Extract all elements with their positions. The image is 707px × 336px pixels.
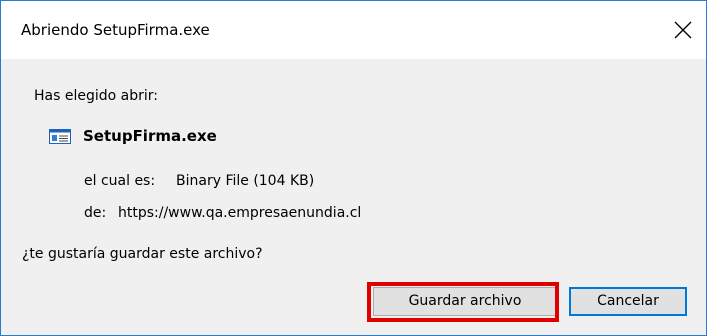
download-dialog: Abriendo SetupFirma.exe Has elegido abri… xyxy=(0,0,707,336)
file-type-value: Binary File (104 KB) xyxy=(176,173,315,189)
save-file-button[interactable]: Guardar archivo xyxy=(373,287,557,316)
file-type-label: el cual es: xyxy=(84,173,156,189)
title-bar[interactable]: Abriendo SetupFirma.exe xyxy=(1,1,706,59)
close-button[interactable] xyxy=(660,1,706,59)
source-label: de: xyxy=(84,205,107,221)
dialog-title: Abriendo SetupFirma.exe xyxy=(21,21,210,39)
executable-file-icon xyxy=(49,129,71,144)
source-url: https://www.qa.empresaenundia.cl xyxy=(118,205,362,221)
cancel-button[interactable]: Cancelar xyxy=(569,287,687,316)
file-name: SetupFirma.exe xyxy=(83,127,217,145)
dialog-body: Has elegido abrir: SetupFirma.exe el cua… xyxy=(1,59,706,335)
close-icon xyxy=(674,21,692,39)
save-question: ¿te gustaría guardar este archivo? xyxy=(22,246,263,262)
prompt-text: Has elegido abrir: xyxy=(34,88,158,104)
